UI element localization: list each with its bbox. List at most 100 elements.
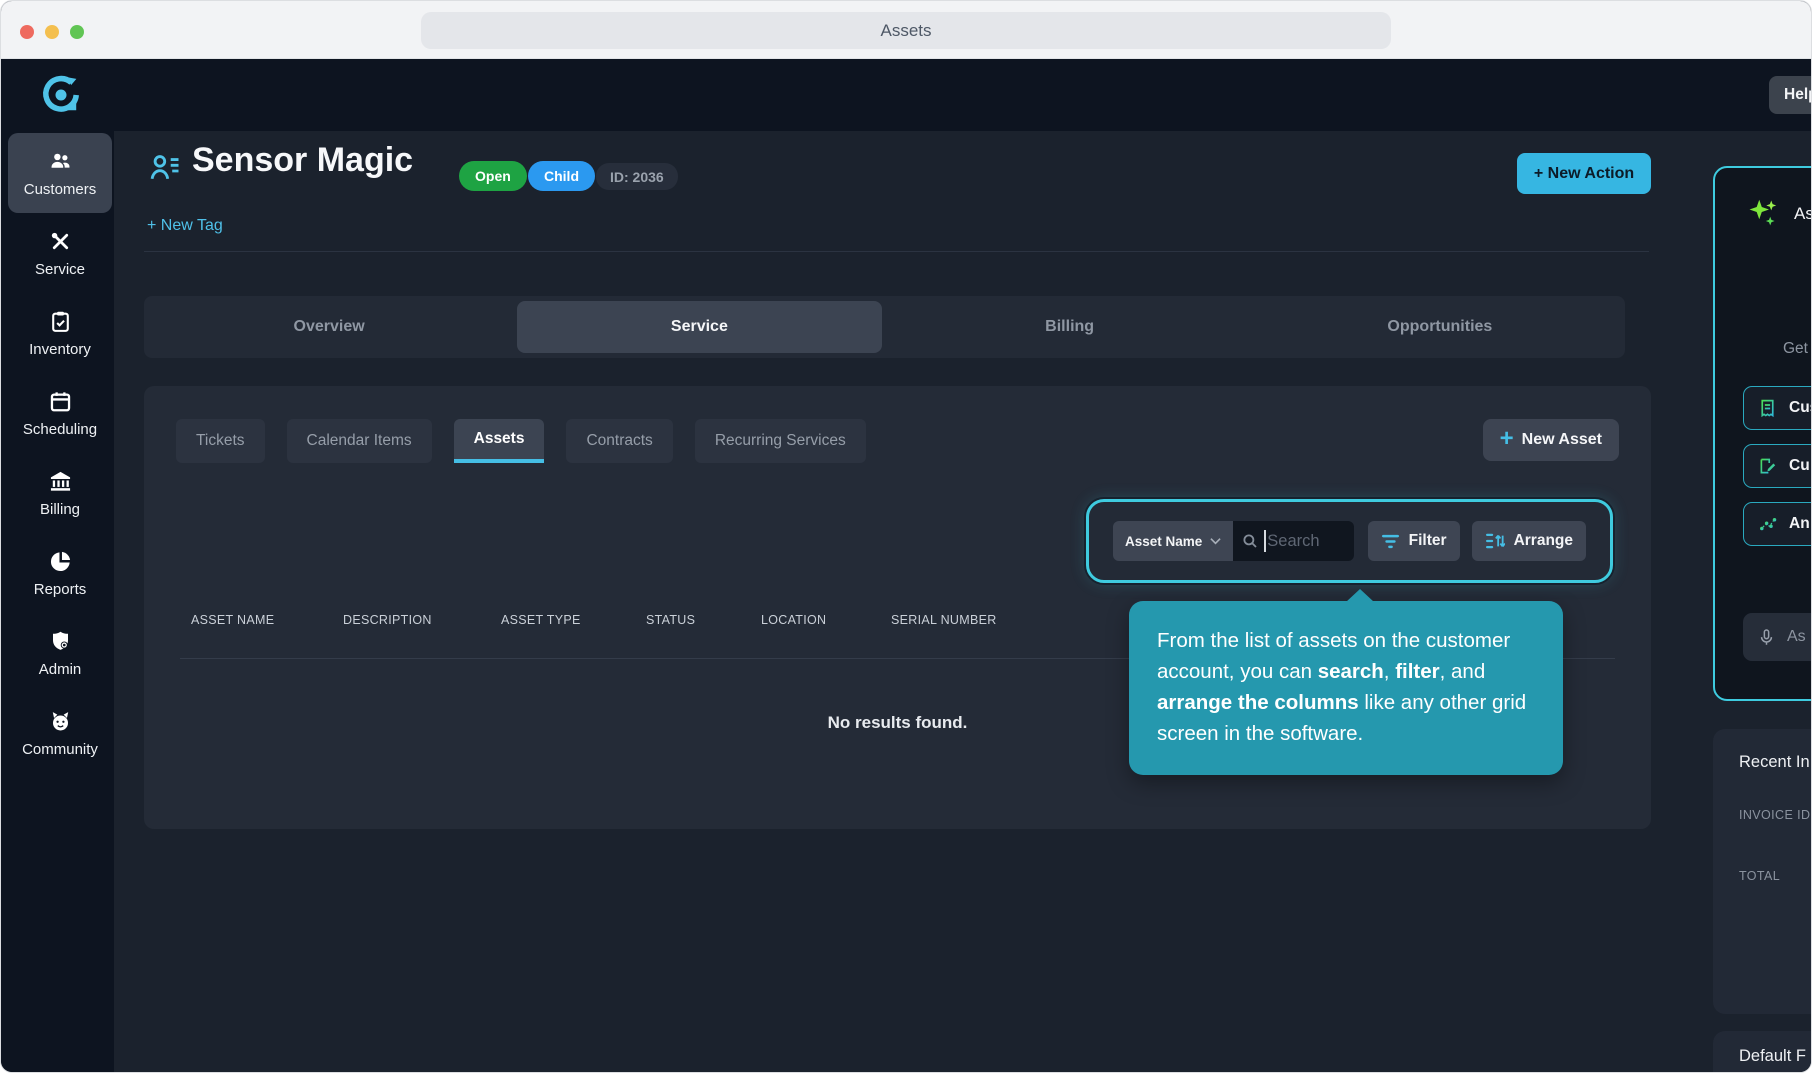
arrange-button[interactable]: Arrange: [1471, 521, 1586, 561]
main-tabs: Overview Service Billing Opportunities: [144, 296, 1625, 358]
tab-opportunities[interactable]: Opportunities: [1258, 301, 1622, 353]
sidebar-item-label: Community: [22, 740, 98, 758]
sidebar: Customers Service Inventory Scheduling B…: [1, 131, 114, 1072]
column-header-description[interactable]: DESCRIPTION: [343, 613, 432, 627]
main-content: Sensor Magic Open Child ID: 2036 + New T…: [114, 131, 1811, 1072]
recent-invoices-card: Recent In INVOICE ID TOTAL: [1713, 729, 1811, 1014]
traffic-lights: [20, 25, 84, 39]
text-caret: [1264, 530, 1267, 552]
customer-name: Sensor Magic: [192, 141, 414, 179]
zoom-window-icon[interactable]: [70, 25, 84, 39]
people-icon: [51, 153, 69, 168]
ai-action-button-2[interactable]: Cu: [1743, 444, 1811, 488]
sidebar-item-label: Customers: [23, 180, 97, 198]
column-header-asset-name[interactable]: ASSET NAME: [191, 613, 274, 627]
sidebar-item-billing[interactable]: Billing: [8, 453, 112, 533]
status-badge: Open: [459, 161, 527, 191]
subtab-calendar-items[interactable]: Calendar Items: [286, 419, 432, 463]
total-label: TOTAL: [1739, 869, 1781, 883]
bank-icon: [50, 471, 70, 491]
sidebar-item-customers[interactable]: Customers: [8, 133, 112, 213]
subtab-contracts[interactable]: Contracts: [566, 419, 673, 463]
admin-shield-icon: [52, 631, 68, 650]
ai-action-button-1[interactable]: Cus: [1743, 386, 1811, 430]
default-card-title: Default F: [1739, 1047, 1806, 1065]
new-asset-label: New Asset: [1521, 431, 1602, 448]
column-header-location[interactable]: LOCATION: [761, 613, 826, 627]
sidebar-item-label: Service: [34, 260, 86, 278]
search-icon: [1243, 534, 1257, 548]
ai-action-label: An: [1789, 515, 1810, 532]
search-column-value: Asset Name: [1125, 533, 1203, 549]
receipt-icon: [1761, 399, 1774, 417]
sort-arrange-icon: [1485, 533, 1505, 549]
analytics-icon: [1760, 517, 1777, 530]
subtab-tickets[interactable]: Tickets: [176, 419, 265, 463]
sidebar-item-label: Admin: [38, 660, 82, 678]
clipboard-icon: [51, 311, 69, 332]
filter-label: Filter: [1408, 532, 1447, 549]
grid-toolbar: Asset Name Search Filter Arrange: [1086, 499, 1613, 583]
ai-action-label: Cus: [1789, 399, 1811, 416]
sidebar-item-service[interactable]: Service: [8, 213, 112, 293]
search-column-dropdown[interactable]: Asset Name: [1113, 521, 1234, 561]
tab-billing[interactable]: Billing: [888, 301, 1252, 353]
microphone-icon: [1760, 628, 1773, 645]
search-box: [1233, 521, 1354, 561]
tab-overview[interactable]: Overview: [147, 301, 511, 353]
customer-profile-icon: [150, 155, 179, 180]
top-nav: Help: [1, 59, 1811, 131]
ai-action-button-3[interactable]: An: [1743, 502, 1811, 546]
tools-icon: [51, 232, 68, 249]
ai-assistant-panel: Ask Get Cus Cu: [1713, 166, 1811, 701]
sidebar-item-label: Scheduling: [22, 420, 98, 438]
sidebar-item-label: Inventory: [29, 340, 91, 358]
coachmark-tooltip: From the list of assets on the customer …: [1129, 589, 1563, 775]
pie-chart-icon: [50, 551, 70, 571]
sidebar-item-inventory[interactable]: Inventory: [8, 293, 112, 373]
tab-service[interactable]: Service: [517, 301, 882, 353]
new-tag-link[interactable]: + New Tag: [147, 217, 223, 235]
titlebar: Assets: [1, 1, 1811, 59]
recent-card-title: Recent In: [1739, 753, 1810, 771]
ai-action-label: Cu: [1789, 457, 1810, 474]
subtab-assets[interactable]: Assets: [453, 419, 545, 463]
filter-button[interactable]: Filter: [1367, 521, 1460, 561]
sidebar-item-reports[interactable]: Reports: [8, 533, 112, 613]
new-action-button[interactable]: + New Action: [1517, 153, 1651, 194]
default-card: Default F: [1713, 1031, 1811, 1072]
help-label: Help: [1784, 86, 1811, 103]
sidebar-item-scheduling[interactable]: Scheduling: [8, 373, 112, 453]
ai-panel-header: Ask: [1745, 196, 1811, 232]
tooltip-text: From the list of assets on the customer …: [1157, 629, 1527, 745]
calendar-icon: [50, 391, 70, 411]
sidebar-item-community[interactable]: Community: [8, 693, 112, 773]
minimize-window-icon[interactable]: [45, 25, 59, 39]
sidebar-item-label: Reports: [33, 580, 87, 598]
column-header-status[interactable]: STATUS: [646, 613, 695, 627]
tooltip-arrow-icon: [1346, 589, 1374, 602]
sidebar-item-admin[interactable]: Admin: [8, 613, 112, 693]
subtab-recurring-services[interactable]: Recurring Services: [694, 419, 866, 463]
app-logo-icon[interactable]: [39, 73, 83, 117]
window-title-bar: Assets: [421, 12, 1391, 49]
customer-id-badge: ID: 2036: [596, 163, 678, 190]
close-window-icon[interactable]: [20, 25, 34, 39]
search-combo: Asset Name: [1113, 521, 1354, 561]
ai-ask-input[interactable]: As: [1743, 613, 1811, 661]
edit-document-icon: [1760, 458, 1776, 473]
help-button[interactable]: Help: [1769, 76, 1811, 114]
arrange-label: Arrange: [1513, 532, 1573, 549]
mascot-icon: [52, 711, 68, 730]
column-header-asset-type[interactable]: ASSET TYPE: [501, 613, 581, 627]
sparkles-icon: [1749, 199, 1777, 226]
sidebar-item-label: Billing: [39, 500, 81, 518]
chevron-down-icon: [1210, 538, 1221, 545]
filter-icon: [1381, 534, 1399, 548]
service-subtabs: Tickets Calendar Items Assets Contracts …: [176, 419, 866, 463]
invoice-id-label: INVOICE ID: [1739, 808, 1811, 822]
column-header-serial-number[interactable]: SERIAL NUMBER: [891, 613, 997, 627]
new-asset-button[interactable]: + New Asset: [1482, 419, 1619, 461]
header-divider: [144, 251, 1649, 252]
ai-panel-title: Ask: [1794, 204, 1811, 223]
